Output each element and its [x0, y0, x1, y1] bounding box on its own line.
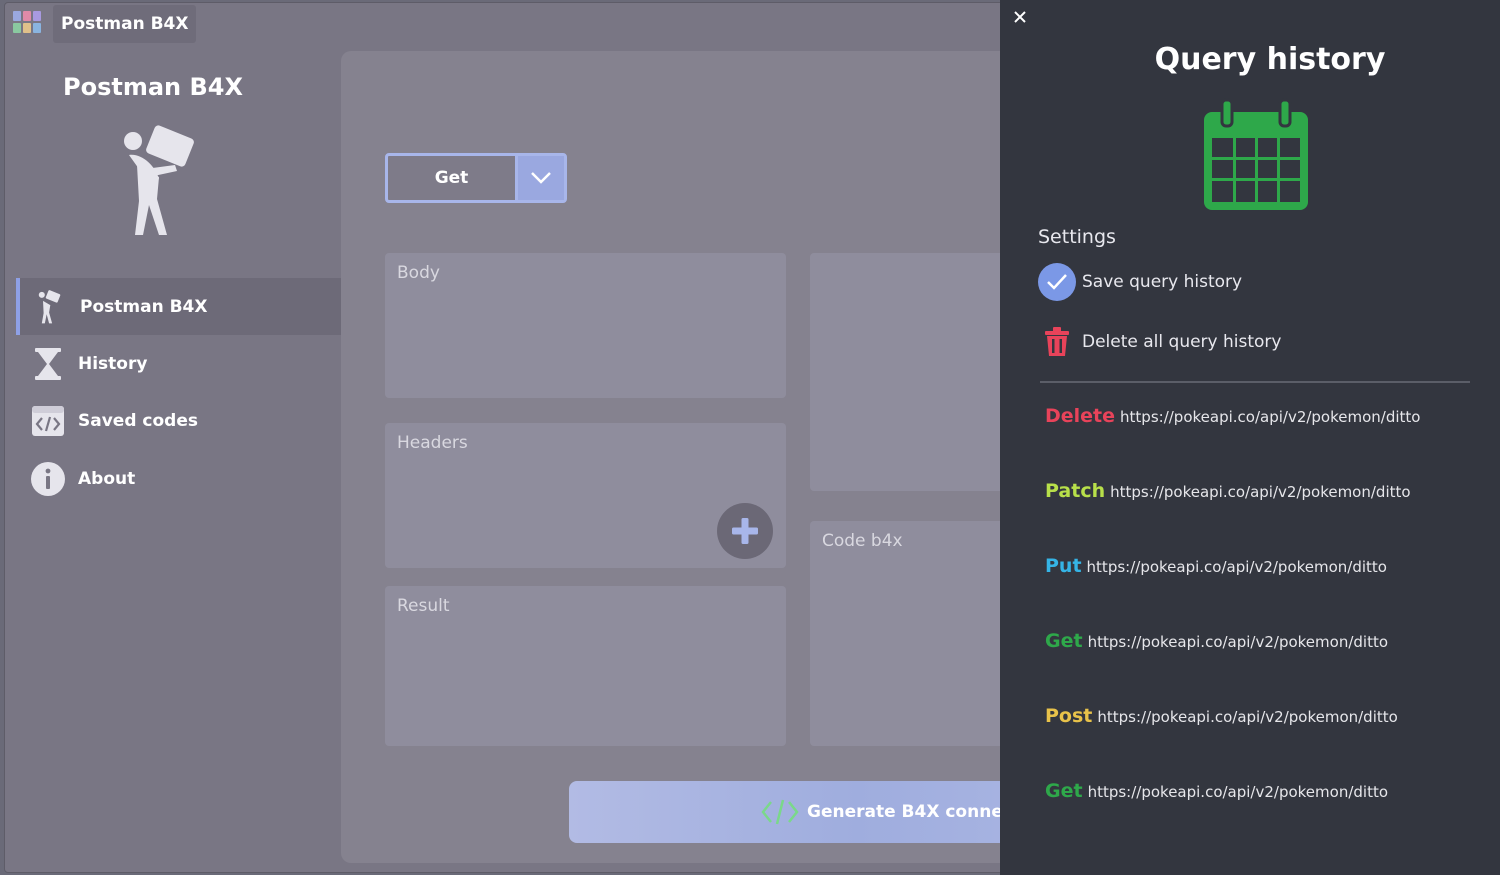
sidebar: Postman B4X Postman B4X History Saved co… [5, 45, 341, 872]
history-entry[interactable]: Get https://pokeapi.co/api/v2/pokemon/di… [1045, 630, 1388, 652]
history-method: Put [1045, 555, 1082, 577]
history-method: Get [1045, 780, 1083, 802]
hourglass-icon [30, 346, 66, 382]
history-title: Query history [1154, 42, 1386, 77]
code-icon [30, 403, 66, 439]
history-url: https://pokeapi.co/api/v2/pokemon/ditto [1087, 783, 1389, 801]
info-icon [30, 461, 66, 497]
request-panel: Get Body Headers Result Code b4x Generat… [341, 51, 1050, 863]
porter-logo-icon [124, 125, 194, 235]
sidebar-item-label: About [78, 468, 136, 489]
code-b4x-label: Code b4x [822, 531, 903, 551]
history-method: Patch [1045, 480, 1106, 502]
sidebar-item-history[interactable]: History [16, 335, 341, 392]
plus-icon [732, 518, 758, 544]
result-textarea[interactable]: Result [385, 586, 786, 746]
history-url: https://pokeapi.co/api/v2/pokemon/ditto [1110, 483, 1411, 501]
headers-label: Headers [397, 433, 468, 453]
method-select[interactable]: Get [385, 153, 567, 203]
history-entry[interactable]: Patch https://pokeapi.co/api/v2/pokemon/… [1045, 480, 1411, 502]
save-history-option[interactable]: Save query history [1038, 263, 1242, 301]
query-history-panel: Query history Settings Save query histor… [1000, 0, 1500, 875]
history-entry[interactable]: Get https://pokeapi.co/api/v2/pokemon/di… [1045, 780, 1388, 802]
history-entry[interactable]: Post https://pokeapi.co/api/v2/pokemon/d… [1045, 705, 1398, 727]
sidebar-item-about[interactable]: About [16, 450, 341, 507]
title-bar: Postman B4X [5, 3, 1005, 45]
sidebar-item-label: Saved codes [78, 410, 198, 431]
body-label: Body [397, 263, 440, 283]
divider [1040, 381, 1470, 383]
brand-title: Postman B4X [63, 73, 243, 101]
code-brackets-icon [761, 799, 799, 825]
result-label: Result [397, 596, 450, 616]
delete-all-history-option[interactable]: Delete all query history [1038, 323, 1281, 361]
sidebar-item-postman[interactable]: Postman B4X [16, 278, 341, 335]
window-title: Postman B4X [53, 5, 197, 43]
settings-label: Settings [1038, 226, 1116, 248]
method-selected-value: Get [388, 156, 518, 200]
history-method: Get [1045, 630, 1083, 652]
add-header-button[interactable] [717, 503, 773, 559]
trash-icon [1038, 323, 1076, 361]
history-url: https://pokeapi.co/api/v2/pokemon/ditto [1120, 408, 1421, 426]
porter-icon [32, 289, 68, 325]
sidebar-item-label: Postman B4X [80, 296, 208, 317]
sidebar-item-label: History [78, 353, 148, 374]
sidebar-item-saved-codes[interactable]: Saved codes [16, 392, 341, 449]
history-method: Delete [1045, 405, 1116, 427]
checkbox-checked-icon[interactable] [1038, 263, 1076, 301]
history-url: https://pokeapi.co/api/v2/pokemon/ditto [1086, 558, 1387, 576]
calendar-icon [1204, 98, 1308, 210]
history-url: https://pokeapi.co/api/v2/pokemon/ditto [1087, 633, 1389, 651]
delete-history-label: Delete all query history [1082, 332, 1282, 352]
app-logo-icon [11, 9, 43, 41]
history-method: Post [1045, 705, 1093, 727]
history-url: https://pokeapi.co/api/v2/pokemon/ditto [1097, 708, 1398, 726]
headers-textarea[interactable]: Headers [385, 423, 786, 568]
generate-b4x-button[interactable]: Generate B4X connectio [569, 781, 1049, 843]
history-entry[interactable]: Delete https://pokeapi.co/api/v2/pokemon… [1045, 405, 1420, 427]
save-history-label: Save query history [1082, 272, 1243, 292]
history-entry[interactable]: Put https://pokeapi.co/api/v2/pokemon/di… [1045, 555, 1387, 577]
close-icon[interactable] [1010, 7, 1030, 27]
body-textarea[interactable]: Body [385, 253, 786, 398]
chevron-down-icon[interactable] [518, 156, 564, 200]
